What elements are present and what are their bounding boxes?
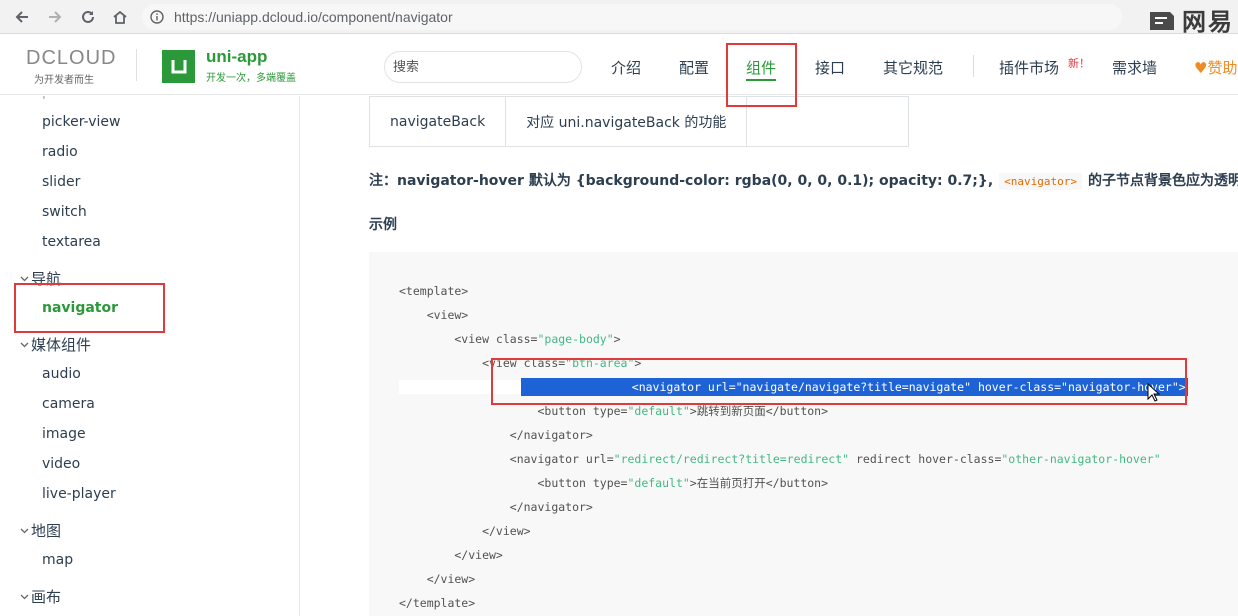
example-heading: 示例 (369, 217, 397, 233)
code-block[interactable]: <template> <view> <view class="page-body… (369, 252, 1238, 616)
info-icon[interactable] (148, 8, 166, 26)
inline-code-navigator: <navigator> (999, 173, 1083, 190)
donate-label: 赞助 (1207, 59, 1238, 77)
nav-other-specs[interactable]: 其它规范 (883, 57, 943, 78)
code-line: </view> (399, 548, 503, 562)
sidebar-group-canvas[interactable]: 画布 (18, 586, 61, 607)
reload-icon[interactable] (76, 5, 100, 29)
sidebar-item-image[interactable]: image (42, 426, 86, 442)
main-content: navigateBack 对应 uni.navigateBack 的功能 注：n… (301, 96, 1238, 616)
uni-app-brand[interactable]: uni-app 开发一次，多端覆盖 (206, 47, 296, 84)
nav-intro[interactable]: 介绍 (611, 57, 641, 78)
note-suffix: 的子节点背景色应为透明色。 (1088, 173, 1238, 189)
home-icon[interactable] (108, 5, 132, 29)
table-cell-description: 对应 uni.navigateBack 的功能 (505, 96, 748, 147)
code-line: <navigator url="redirect/redirect?title=… (399, 452, 1161, 466)
watermark-text: 网易 (1182, 8, 1234, 36)
table-row: navigateBack 对应 uni.navigateBack 的功能 (368, 96, 910, 147)
browser-toolbar: https://uniapp.dcloud.io/component/navig… (0, 0, 1238, 37)
code-line: </navigator> (399, 500, 593, 514)
site-header: DCLOUD 为开发者而生 uni-app 开发一次，多端覆盖 介绍 配置 组件… (0, 35, 1238, 95)
netease-logo-icon (1150, 11, 1174, 30)
new-badge: 新！ (1068, 57, 1090, 70)
sidebar-item-slider[interactable]: slider (42, 174, 80, 190)
sidebar-item-switch[interactable]: switch (42, 204, 87, 220)
mouse-cursor-icon (1147, 383, 1161, 402)
table-cell-name: navigateBack (368, 96, 507, 147)
code-line: </navigator> (399, 428, 593, 442)
code-line: <view class="page-body"> (399, 332, 621, 346)
api-table: navigateBack 对应 uni.navigateBack 的功能 (368, 96, 910, 147)
nav-separator (973, 55, 974, 77)
sidebar-group-label: 地图 (31, 522, 62, 540)
nav-api[interactable]: 接口 (815, 57, 845, 78)
dcloud-slogan: 为开发者而生 (34, 75, 94, 86)
forward-icon[interactable] (43, 5, 67, 29)
sidebar-group-label: 媒体组件 (31, 336, 92, 354)
nav-config[interactable]: 配置 (679, 57, 709, 78)
sidebar-group-map[interactable]: 地图 (18, 520, 61, 541)
heart-icon: ♥ (1194, 59, 1208, 77)
netease-watermark: 网易 (1148, 2, 1234, 37)
code-line: <template> (399, 284, 469, 298)
hover-note: 注：navigator-hover 默认为 {background-color:… (369, 170, 1238, 190)
sidebar-item-map[interactable]: map (42, 552, 73, 568)
sidebar-item-picker[interactable]: picker (42, 96, 84, 100)
brand-tagline: 开发一次，多端覆盖 (206, 73, 296, 84)
dcloud-logo[interactable]: DCLOUD 为开发者而生 (26, 47, 116, 86)
search-input[interactable] (384, 51, 582, 83)
sidebar-item-camera[interactable]: camera (42, 396, 95, 412)
dcloud-logo-text: DCLOUD (26, 47, 117, 69)
uni-app-logo-icon[interactable] (162, 50, 195, 83)
highlight-box-navigator (14, 283, 165, 333)
sidebar-group-label: 画布 (31, 588, 62, 606)
nav-donate[interactable]: ♥赞助 (1194, 57, 1237, 78)
sidebar-item-audio[interactable]: audio (42, 366, 81, 382)
back-icon[interactable] (10, 5, 34, 29)
nav-plugin-market[interactable]: 插件市场 (999, 57, 1059, 78)
code-line: </view> (399, 572, 476, 586)
nav-requirements-wall[interactable]: 需求墙 (1112, 57, 1157, 78)
address-bar[interactable]: https://uniapp.dcloud.io/component/navig… (142, 4, 1122, 30)
sidebar-item-live-player[interactable]: live-player (42, 486, 116, 502)
chevron-down-icon (18, 524, 31, 537)
brand-name: uni-app (206, 47, 268, 66)
header-divider (136, 49, 137, 81)
sidebar-item-video[interactable]: video (42, 456, 80, 472)
sidebar-item-picker-view[interactable]: picker-view (42, 114, 120, 130)
code-line: </template> (399, 596, 476, 610)
chevron-down-icon (18, 590, 31, 603)
code-line: <view> (399, 308, 469, 322)
code-line: <button type="default">在当前页打开</button> (399, 476, 829, 490)
sidebar-item-textarea[interactable]: textarea (42, 234, 101, 250)
highlight-box-code (491, 358, 1187, 405)
chevron-down-icon (18, 338, 31, 351)
highlight-box-components (726, 43, 797, 107)
note-prefix: 注：navigator-hover 默认为 {background-color:… (369, 173, 994, 189)
url-text: https://uniapp.dcloud.io/component/navig… (174, 9, 453, 25)
code-line: </view> (399, 524, 531, 538)
sidebar-item-radio[interactable]: radio (42, 144, 78, 160)
sidebar-group-media[interactable]: 媒体组件 (18, 334, 91, 355)
sidebar: picker picker-view radio slider switch t… (0, 96, 300, 616)
